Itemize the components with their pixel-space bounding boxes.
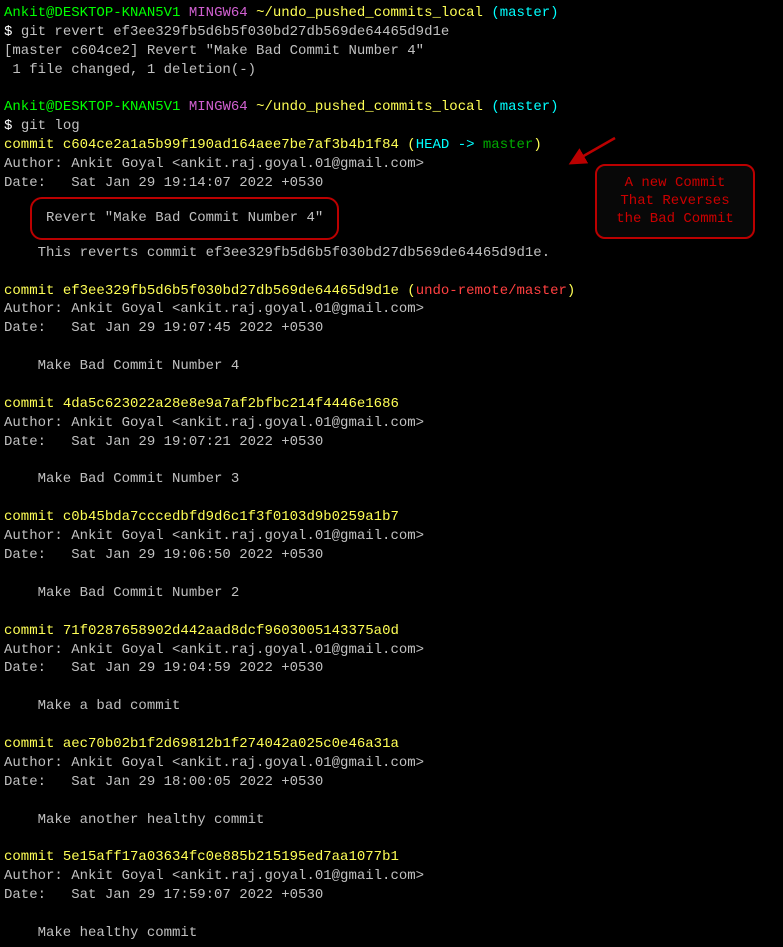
commit-hash: 71f0287658902d442aad8dcf9603005143375a0d — [63, 623, 399, 639]
commit-author: Author: Ankit Goyal <ankit.raj.goyal.01@… — [4, 527, 779, 546]
commit-date: Date: Sat Jan 29 19:07:45 2022 +0530 — [4, 319, 779, 338]
commit-date: Date: Sat Jan 29 19:06:50 2022 +0530 — [4, 546, 779, 565]
commit-msg: Make another healthy commit — [4, 811, 779, 830]
commit-date: Date: Sat Jan 29 18:00:05 2022 +0530 — [4, 773, 779, 792]
blank-line — [4, 338, 779, 357]
commit-date: Date: Sat Jan 29 19:04:59 2022 +0530 — [4, 659, 779, 678]
commit-msg: Make healthy commit — [4, 924, 779, 943]
commit-line: commit ef3ee329fb5d6b5f030bd27db569de644… — [4, 282, 779, 301]
commit-author: Author: Ankit Goyal <ankit.raj.goyal.01@… — [4, 641, 779, 660]
prompt-env: MINGW64 — [189, 99, 248, 115]
commit-prefix: commit — [4, 849, 63, 865]
revert-output-1: [master c604ce2] Revert "Make Bad Commit… — [4, 42, 779, 61]
paren-close: ) — [567, 283, 575, 299]
commit-hash: 5e15aff17a03634fc0e885b215195ed7aa1077b1 — [63, 849, 399, 865]
prompt-line-1: Ankit@DESKTOP-KNAN5V1 MINGW64 ~/undo_pus… — [4, 4, 779, 23]
commit-msg: Make a bad commit — [4, 697, 779, 716]
commit-author: Author: Ankit Goyal <ankit.raj.goyal.01@… — [4, 414, 779, 433]
highlight-box: Revert "Make Bad Commit Number 4" — [30, 197, 339, 240]
commit-date: Date: Sat Jan 29 17:59:07 2022 +0530 — [4, 886, 779, 905]
prompt-path: ~/undo_pushed_commits_local — [256, 99, 483, 115]
blank-line — [4, 603, 779, 622]
prompt-dollar: $ — [4, 24, 21, 40]
paren-open: ( — [399, 137, 416, 153]
blank-line — [4, 905, 779, 924]
annotation-text: A new Commit That Reverses the Bad Commi… — [595, 164, 755, 239]
prompt-line-2: Ankit@DESKTOP-KNAN5V1 MINGW64 ~/undo_pus… — [4, 98, 779, 117]
commit-prefix: commit — [4, 137, 63, 153]
commit-prefix: commit — [4, 509, 63, 525]
commit-date: Date: Sat Jan 29 19:07:21 2022 +0530 — [4, 433, 779, 452]
annotation-callout: A new Commit That Reverses the Bad Commi… — [595, 134, 755, 239]
blank-line — [4, 489, 779, 508]
commit-msg-body: This reverts commit ef3ee329fb5d6b5f030b… — [4, 244, 779, 263]
prompt-env: MINGW64 — [189, 5, 248, 21]
prompt-branch: (master) — [491, 5, 558, 21]
commit-line: commit aec70b02b1f2d69812b1f274042a025c0… — [4, 735, 779, 754]
prompt-dollar: $ — [4, 118, 21, 134]
blank-line — [4, 452, 779, 471]
commit-line: commit 5e15aff17a03634fc0e885b215195ed7a… — [4, 848, 779, 867]
paren-close: ) — [533, 137, 541, 153]
commit-msg: Make Bad Commit Number 3 — [4, 470, 779, 489]
commit-line: commit 71f0287658902d442aad8dcf960300514… — [4, 622, 779, 641]
commit-hash: 4da5c623022a28e8e9a7af2bfbc214f4446e1686 — [63, 396, 399, 412]
blank-line — [4, 376, 779, 395]
log-cmd-text: git log — [21, 118, 80, 134]
head-label: HEAD -> — [416, 137, 483, 153]
head-branch: master — [483, 137, 533, 153]
prompt-branch: (master) — [491, 99, 558, 115]
prompt-path: ~/undo_pushed_commits_local — [256, 5, 483, 21]
commit-author: Author: Ankit Goyal <ankit.raj.goyal.01@… — [4, 754, 779, 773]
commit-hash: aec70b02b1f2d69812b1f274042a025c0e46a31a — [63, 736, 399, 752]
commit-ref: undo-remote/master — [416, 283, 567, 299]
commit-msg: Make Bad Commit Number 4 — [4, 357, 779, 376]
paren-open: ( — [399, 283, 416, 299]
revert-output-2: 1 file changed, 1 deletion(-) — [4, 61, 779, 80]
commit-author: Author: Ankit Goyal <ankit.raj.goyal.01@… — [4, 867, 779, 886]
blank-line — [4, 829, 779, 848]
blank-line — [4, 80, 779, 99]
commit-prefix: commit — [4, 396, 63, 412]
revert-cmd-text: git revert ef3ee329fb5d6b5f030bd27db569d… — [21, 24, 449, 40]
commit-line: commit c0b45bda7cccedbfd9d6c1f3f0103d9b0… — [4, 508, 779, 527]
blank-line — [4, 678, 779, 697]
command-revert: $ git revert ef3ee329fb5d6b5f030bd27db56… — [4, 23, 779, 42]
commit-msg: Revert "Make Bad Commit Number 4" — [46, 210, 323, 226]
prompt-user: Ankit — [4, 5, 46, 21]
blank-line — [4, 792, 779, 811]
commit-msg: Make Bad Commit Number 2 — [4, 584, 779, 603]
commit-hash: ef3ee329fb5d6b5f030bd27db569de64465d9d1e — [63, 283, 399, 299]
commit-line: commit 4da5c623022a28e8e9a7af2bfbc214f44… — [4, 395, 779, 414]
commit-author: Author: Ankit Goyal <ankit.raj.goyal.01@… — [4, 300, 779, 319]
prompt-host: DESKTOP-KNAN5V1 — [54, 5, 180, 21]
prompt-user: Ankit — [4, 99, 46, 115]
commit-hash: c0b45bda7cccedbfd9d6c1f3f0103d9b0259a1b7 — [63, 509, 399, 525]
commit-prefix: commit — [4, 283, 63, 299]
blank-line — [4, 263, 779, 282]
blank-line — [4, 565, 779, 584]
commit-prefix: commit — [4, 623, 63, 639]
blank-line — [4, 716, 779, 735]
commit-prefix: commit — [4, 736, 63, 752]
prompt-host: DESKTOP-KNAN5V1 — [54, 99, 180, 115]
commit-hash: c604ce2a1a5b99f190ad164aee7be7af3b4b1f84 — [63, 137, 399, 153]
